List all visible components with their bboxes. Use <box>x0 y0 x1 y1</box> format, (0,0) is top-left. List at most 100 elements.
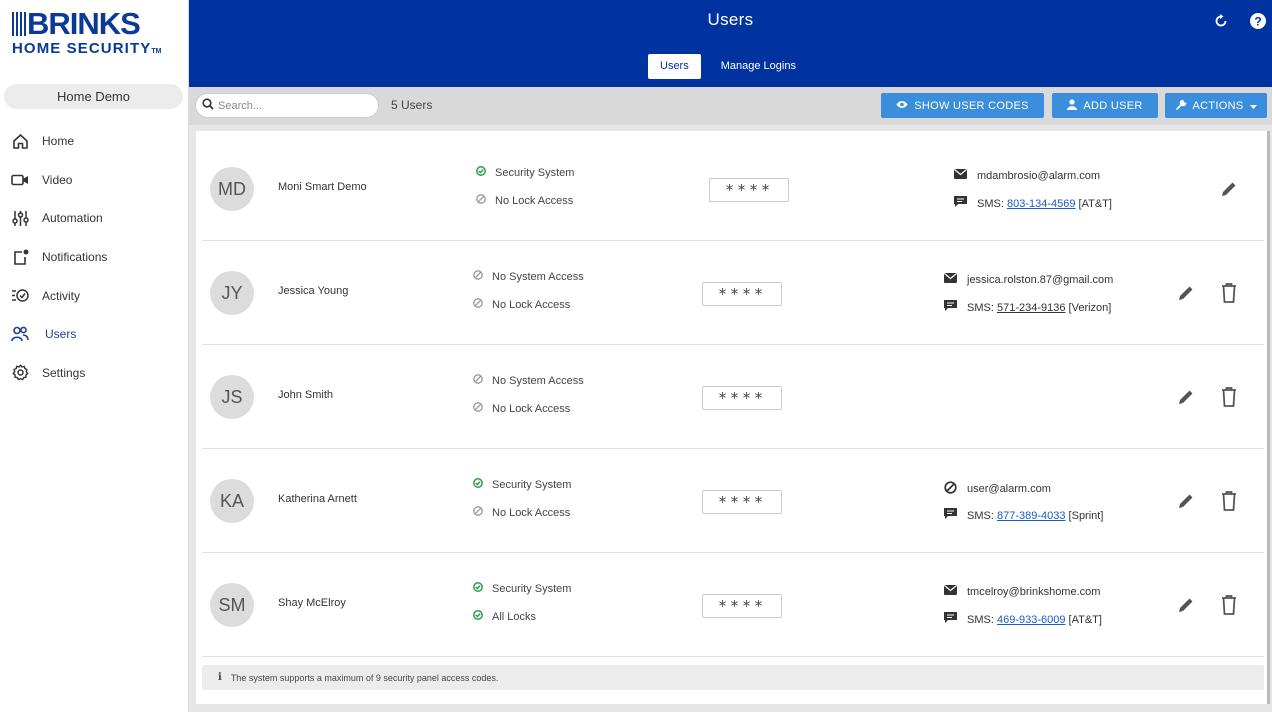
contact-sms: SMS: 877-389-4033 [Sprint] <box>944 508 1103 523</box>
logo-bars-icon <box>12 12 26 36</box>
access-item: No System Access <box>473 374 584 387</box>
blocked-icon <box>473 402 483 415</box>
access-item: All Locks <box>473 610 536 623</box>
message-icon <box>954 196 967 211</box>
edit-pencil-icon[interactable] <box>1175 282 1197 304</box>
activity-list-icon <box>11 287 29 305</box>
avatar: KA <box>210 479 254 523</box>
contact-email: jessica.rolston.87@gmail.com <box>944 273 1113 286</box>
access-item: Security System <box>473 582 571 595</box>
blocked-icon <box>473 374 483 387</box>
envelope-icon <box>944 585 957 598</box>
check-circle-icon <box>473 610 483 623</box>
phone-link[interactable]: 877-389-4033 <box>997 510 1066 522</box>
contact-email: tmcelroy@brinkshome.com <box>944 585 1100 598</box>
refresh-icon[interactable] <box>1212 12 1230 30</box>
sidebar-item-video[interactable]: Video <box>0 161 189 200</box>
show-user-codes-button[interactable]: SHOW USER CODES <box>881 93 1044 118</box>
trash-icon[interactable] <box>1218 490 1240 512</box>
phone-link[interactable]: 469-933-6009 <box>997 614 1066 626</box>
user-code-masked: **** <box>702 282 782 306</box>
edit-pencil-icon[interactable] <box>1175 386 1197 408</box>
access-item: No Lock Access <box>476 194 573 207</box>
check-circle-icon <box>473 478 483 491</box>
users-icon <box>11 325 29 343</box>
sidebar-item-home[interactable]: Home <box>0 122 189 161</box>
phone-link[interactable]: 803-134-4569 <box>1007 198 1076 210</box>
sidebar-item-settings[interactable]: Settings <box>0 354 189 393</box>
help-icon[interactable]: ? <box>1249 12 1267 30</box>
site-selector[interactable]: Home Demo <box>4 84 183 109</box>
avatar: SM <box>210 583 254 627</box>
user-row: SM Shay McElroy Security System All Lock… <box>202 553 1264 657</box>
edit-pencil-icon[interactable] <box>1175 594 1197 616</box>
house-icon <box>11 132 29 150</box>
user-name: Shay McElroy <box>278 597 346 609</box>
trash-icon[interactable] <box>1218 386 1240 408</box>
trash-icon[interactable] <box>1218 282 1240 304</box>
access-item: Security System <box>473 478 571 491</box>
sidebar-item-activity[interactable]: Activity <box>0 276 189 315</box>
notification-icon <box>11 248 29 266</box>
message-icon <box>944 300 957 315</box>
add-user-button[interactable]: ADD USER <box>1052 93 1158 118</box>
avatar: MD <box>210 167 254 211</box>
user-name: John Smith <box>278 389 334 401</box>
video-camera-icon <box>11 171 29 189</box>
user-row: KA Katherina Arnett Security System No L… <box>202 449 1264 553</box>
sidebar-item-notifications[interactable]: Notifications <box>0 238 189 277</box>
sidebar-item-label: Users <box>45 327 77 342</box>
user-icon <box>1067 98 1078 113</box>
avatar: JS <box>210 375 254 419</box>
sliders-icon <box>11 209 29 227</box>
search-input[interactable] <box>218 99 368 112</box>
actions-dropdown-button[interactable]: ACTIONS <box>1165 93 1267 118</box>
gear-icon <box>11 364 29 382</box>
sidebar-item-automation[interactable]: Automation <box>0 199 189 238</box>
tab-manage-logins[interactable]: Manage Logins <box>709 54 808 79</box>
trash-icon[interactable] <box>1218 594 1240 616</box>
top-header: Users ? Users Manage Logins <box>189 0 1272 87</box>
wrench-icon <box>1175 99 1187 113</box>
info-notice: i The system supports a maximum of 9 sec… <box>202 665 1264 690</box>
contact-sms: SMS: 803-134-4569 [AT&T] <box>954 196 1112 211</box>
user-code-masked: **** <box>702 490 782 514</box>
sidebar-item-label: Activity <box>42 288 81 303</box>
access-item: No Lock Access <box>473 298 570 311</box>
user-code-masked: **** <box>702 386 782 410</box>
sidebar-item-label: Video <box>42 172 73 187</box>
blocked-icon <box>476 194 486 207</box>
blocked-icon <box>473 298 483 311</box>
brinks-logo[interactable]: BRINKS HOME SECURITYTM <box>12 6 182 60</box>
info-icon: i <box>218 672 222 683</box>
caret-down-icon <box>1249 100 1257 112</box>
sidebar: BRINKS HOME SECURITYTM Home Demo Home Vi… <box>0 0 189 712</box>
edit-pencil-icon[interactable] <box>1175 490 1197 512</box>
user-row: JS John Smith No System Access No Lock A… <box>202 345 1264 449</box>
envelope-icon <box>944 273 957 286</box>
phone-link[interactable]: 571-234-9136 <box>997 302 1066 314</box>
user-name: Jessica Young <box>278 285 349 297</box>
check-circle-icon <box>473 582 483 595</box>
access-item: No Lock Access <box>473 402 570 415</box>
access-item: No System Access <box>473 270 584 283</box>
user-name: Katherina Arnett <box>278 493 357 505</box>
message-icon <box>944 612 957 627</box>
check-circle-icon <box>476 166 486 179</box>
svg-text:?: ? <box>1254 15 1261 29</box>
tab-users[interactable]: Users <box>648 54 701 79</box>
sidebar-item-label: Home <box>42 134 75 149</box>
user-row: MD Moni Smart Demo Security System No Lo… <box>202 137 1264 241</box>
search-icon <box>202 97 214 115</box>
sidebar-item-label: Notifications <box>42 250 108 265</box>
user-code-masked: **** <box>709 178 789 202</box>
edit-pencil-icon[interactable] <box>1218 178 1240 200</box>
search-box[interactable] <box>195 93 379 118</box>
user-name: Moni Smart Demo <box>278 181 367 193</box>
user-row: JY Jessica Young No System Access No Loc… <box>202 241 1264 345</box>
logo-brand-text: BRINKS <box>27 6 141 41</box>
blocked-icon <box>473 506 483 519</box>
contact-email: user@alarm.com <box>944 481 1051 497</box>
access-item: No Lock Access <box>473 506 570 519</box>
sidebar-item-users[interactable]: Users <box>0 315 189 354</box>
